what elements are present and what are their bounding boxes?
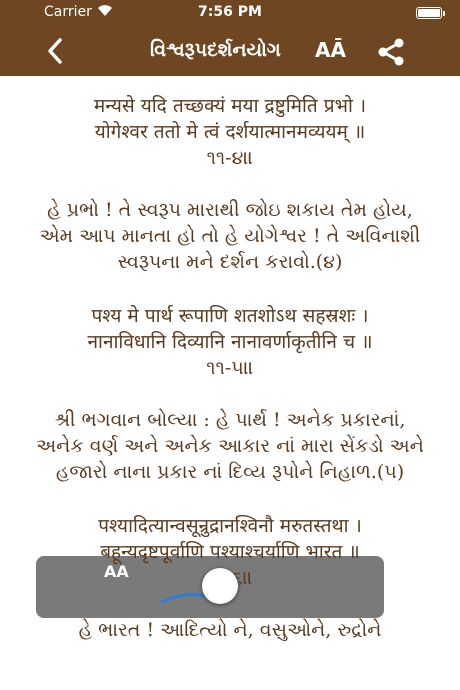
share-button[interactable] xyxy=(377,38,405,66)
battery-icon xyxy=(416,7,445,19)
sanskrit-line: पश्यादित्यान्वसून्रुद्रानश्विनौ मरुतस्तथ… xyxy=(98,515,362,537)
sanskrit-line: पश्य मे पार्थ रूपाणि शतशोऽथ सहस्रशः । xyxy=(91,305,369,327)
sanskrit-verse: मन्यसे यदि तच्छक्यं मया द्रष्टुमिति प्रभ… xyxy=(36,93,424,171)
translation-text: હે પ્રભો ! તે સ્વરૂપ મારાથી જોઇ શકાય તેમ… xyxy=(39,199,421,273)
nav-bar: વિશ્વરૂપદર્શનયોગ AĀ xyxy=(0,26,460,76)
translation-text: હે ભારત ! આદિત્યો ને, વસુઓને, રુદ્રોને xyxy=(78,619,382,641)
clock: 7:56 PM xyxy=(198,4,262,20)
font-size-button[interactable]: AĀ xyxy=(315,38,346,62)
back-button[interactable] xyxy=(42,35,72,67)
sanskrit-line: योगेश्वर ततो मे त्वं दर्शयात्मानमव्ययम् … xyxy=(94,121,366,143)
translation-text: શ્રી ભગવાન બોલ્યા : હે પાર્થ ! અનેક પ્રક… xyxy=(36,409,424,483)
sanskrit-line: बहून्यदृष्टपूर्वाणि पश्याश्चर्याणि भारत … xyxy=(100,541,360,563)
verse-number: ૧૧-૫॥ xyxy=(206,357,254,379)
verse-number: ૧૧-૪॥ xyxy=(206,147,254,169)
share-icon xyxy=(378,38,404,66)
chevron-left-icon xyxy=(48,38,62,64)
sanskrit-line: नानाविधानि दिव्यानि नानावर्णाकृतीनि च ॥ xyxy=(87,331,373,353)
sanskrit-verse: पश्य मे पार्थ रूपाणि शतशोऽथ सहस्रशः । ना… xyxy=(36,303,424,381)
status-bar: Carrier 7:56 PM xyxy=(0,0,460,26)
sanskrit-line: मन्यसे यदि तच्छक्यं मया द्रष्टुमिति प्रभ… xyxy=(93,95,367,117)
verse-block: पश्य मे पार्थ रूपाणि शतशोऽथ सहस्रशः । ना… xyxy=(36,303,424,485)
slider-knob[interactable] xyxy=(202,568,238,604)
zoom-control[interactable]: AA xyxy=(104,562,144,602)
page-title: વિશ્વરૂપદર્શનયોગ xyxy=(150,39,281,61)
verse-block: मन्यसे यदि तच्छक्यं मया द्रष्टुमिति प्रभ… xyxy=(36,93,424,275)
